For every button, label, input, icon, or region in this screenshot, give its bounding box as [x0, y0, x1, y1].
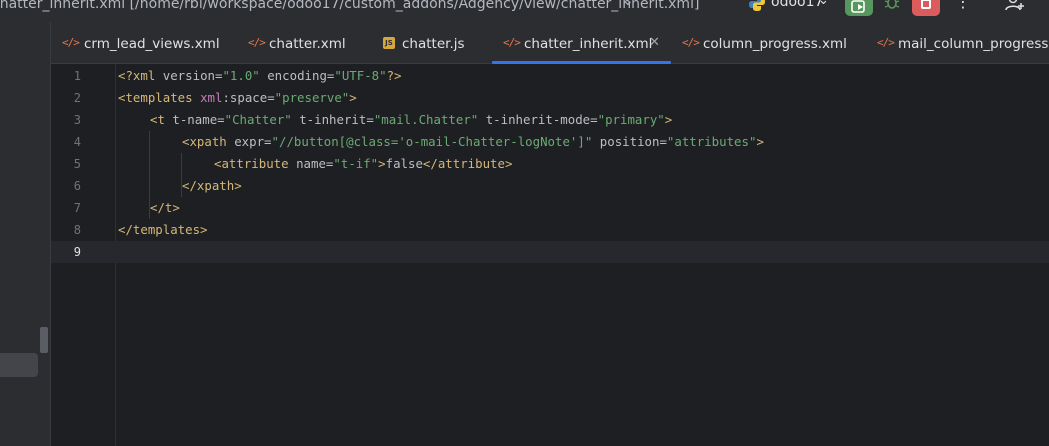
- tab-label: chatter_inherit.xml: [524, 36, 653, 52]
- xml-icon: </>: [877, 36, 895, 49]
- project-tool-window: [0, 22, 50, 446]
- code-line: </templates>: [118, 222, 208, 237]
- tab-label: crm_lead_views.xml: [84, 36, 220, 52]
- project-scrollbar[interactable]: [40, 327, 48, 353]
- project-selector[interactable]: odoo17: [771, 0, 823, 10]
- tab-label: mail_column_progress.xml: [898, 36, 1049, 52]
- close-tab-icon[interactable]: ✕: [649, 35, 660, 50]
- code-line: <?xml version="1.0" encoding="UTF-8"?>: [118, 68, 402, 83]
- chevron-down-icon[interactable]: ⌄: [622, 0, 634, 9]
- stop-button[interactable]: [912, 0, 940, 16]
- current-line-highlight: [51, 241, 1049, 263]
- line-number: 6: [73, 179, 81, 193]
- python-icon: [749, 0, 765, 11]
- line-number: 8: [73, 223, 81, 237]
- project-chevron-down-icon[interactable]: ⌄: [818, 0, 829, 8]
- tab-label: chatter.xml: [269, 36, 346, 52]
- run-icon: [851, 0, 865, 13]
- line-number: 4: [73, 135, 81, 149]
- stop-icon: [921, 0, 931, 9]
- file-path-title[interactable]: chatter_inherit.xml [/home/rbi/workspace…: [0, 0, 699, 12]
- debug-icon[interactable]: [883, 0, 901, 11]
- xml-icon: </>: [503, 36, 521, 49]
- active-tab-indicator: [492, 61, 671, 64]
- project-selected-row[interactable]: [0, 353, 38, 377]
- line-number: 7: [73, 201, 81, 215]
- code-line: </xpath>: [182, 178, 242, 193]
- line-number: 1: [73, 69, 81, 83]
- line-number: 9: [73, 245, 81, 259]
- more-icon[interactable]: ⋮: [955, 0, 971, 11]
- code-line: <templates xml:space="preserve">: [118, 90, 357, 105]
- run-button[interactable]: [845, 0, 873, 16]
- line-number: 5: [73, 157, 81, 171]
- code-line: </t>: [150, 200, 180, 215]
- add-user-icon[interactable]: [1005, 0, 1025, 12]
- tab-label: column_progress.xml: [703, 36, 847, 52]
- xml-icon: </>: [248, 36, 266, 49]
- code-line: <xpath expr="//button[@class='o-mail-Cha…: [182, 134, 764, 149]
- editor-tab-bar: </> crm_lead_views.xml </> chatter.xml J…: [51, 22, 1049, 64]
- title-bar: chatter_inherit.xml [/home/rbi/workspace…: [0, 0, 1049, 22]
- js-icon: JS: [383, 37, 395, 49]
- code-line: <t t-name="Chatter" t-inherit="mail.Chat…: [150, 112, 673, 127]
- line-number: 3: [73, 113, 81, 127]
- line-number: 2: [73, 91, 81, 105]
- xml-icon: </>: [682, 36, 700, 49]
- tab-label: chatter.js: [402, 36, 465, 52]
- xml-icon: </>: [62, 36, 80, 49]
- code-line: <attribute name="t-if">false</attribute>: [214, 156, 513, 171]
